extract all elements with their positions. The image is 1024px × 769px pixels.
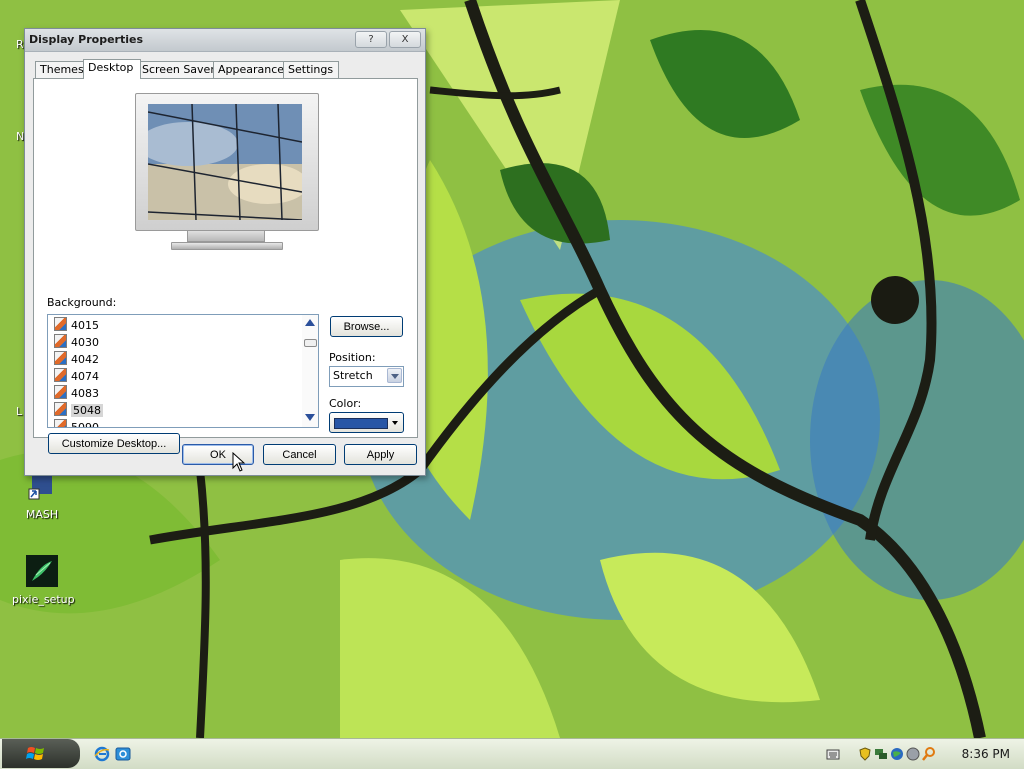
image-file-icon <box>54 334 67 348</box>
tab-appearance[interactable]: Appearance <box>213 61 287 78</box>
position-select[interactable]: Stretch <box>329 366 404 387</box>
help-icon: ? <box>368 34 374 45</box>
list-scrollbar[interactable] <box>302 315 318 427</box>
scroll-down-arrow-icon[interactable] <box>305 414 315 421</box>
browse-button[interactable]: Browse... <box>330 316 403 337</box>
system-tray: 8:36 PM <box>814 739 1024 769</box>
monitor-preview <box>135 93 319 253</box>
desktop-icon-label-partial: L <box>16 405 23 418</box>
image-file-icon <box>54 368 67 382</box>
monitor-stand <box>187 230 265 242</box>
color-label: Color: <box>329 397 362 410</box>
scroll-thumb[interactable] <box>304 339 317 347</box>
pixie-setup-icon <box>26 555 58 587</box>
desktop-icon-label: MASH <box>25 508 59 521</box>
taskbar-clock[interactable]: 8:36 PM <box>962 747 1010 761</box>
start-button[interactable] <box>2 739 80 768</box>
tab-themes[interactable]: Themes <box>35 61 89 78</box>
image-file-icon <box>54 351 67 365</box>
color-picker-button[interactable] <box>329 412 404 433</box>
color-swatch <box>334 418 388 429</box>
window-title: Display Properties <box>29 33 144 46</box>
show-desktop-icon[interactable] <box>115 746 131 762</box>
status-icon[interactable] <box>906 747 920 761</box>
internet-explorer-icon[interactable] <box>94 746 110 762</box>
scroll-up-arrow-icon[interactable] <box>305 319 315 326</box>
list-item[interactable]: 4074 <box>54 368 99 384</box>
image-file-icon <box>54 419 67 427</box>
image-file-icon <box>54 385 67 399</box>
desktop-icon-label-partial: R <box>16 38 24 51</box>
list-item-selected[interactable]: 5048 <box>54 402 103 418</box>
desktop-icon-label: pixie_setup <box>12 593 75 606</box>
cancel-button[interactable]: Cancel <box>263 444 336 465</box>
list-item[interactable]: 4042 <box>54 351 99 367</box>
position-label: Position: <box>329 351 376 364</box>
close-button[interactable]: X <box>389 31 421 48</box>
tab-desktop[interactable]: Desktop <box>83 59 141 79</box>
position-value: Stretch <box>333 369 373 382</box>
window-titlebar[interactable]: Display Properties ? X <box>25 29 425 52</box>
desktop-tab-panel: Background: 4015 4030 4042 4074 4083 504… <box>33 78 418 454</box>
close-icon: X <box>401 34 409 45</box>
list-item[interactable]: 5090 <box>54 419 99 427</box>
preview-image <box>148 104 302 220</box>
image-file-icon <box>54 402 67 416</box>
wallpaper-preview <box>148 104 302 220</box>
background-label: Background: <box>47 296 117 309</box>
monitor-base <box>171 242 283 250</box>
search-icon[interactable] <box>922 747 936 761</box>
desktop-icon-label-partial: N <box>16 130 25 143</box>
customize-desktop-button[interactable]: Customize Desktop... <box>48 433 180 454</box>
list-item[interactable]: 4015 <box>54 317 99 333</box>
display-properties-window[interactable]: Display Properties ? X Themes Desktop Sc… <box>24 28 426 476</box>
security-shield-icon[interactable] <box>858 747 872 761</box>
desktop-icon-pixie-setup[interactable]: pixie_setup <box>12 555 75 606</box>
list-item[interactable]: 4030 <box>54 334 99 350</box>
tab-screen-saver[interactable]: Screen Saver <box>137 61 217 78</box>
monitor-bezel <box>135 93 319 231</box>
mouse-cursor-icon <box>232 452 246 472</box>
desktop-icon-mash[interactable]: MASH <box>12 470 72 521</box>
list-item[interactable]: 4083 <box>54 385 99 401</box>
background-list[interactable]: 4015 4030 4042 4074 4083 5048 5090 <box>47 314 319 428</box>
keyboard-icon[interactable] <box>826 747 840 761</box>
tab-settings[interactable]: Settings <box>283 61 339 78</box>
dropdown-arrow-icon <box>392 421 398 425</box>
chevron-down-icon[interactable] <box>387 368 402 383</box>
apply-button[interactable]: Apply <box>344 444 417 465</box>
network-icon[interactable] <box>874 747 888 761</box>
help-button[interactable]: ? <box>355 31 387 48</box>
image-file-icon <box>54 317 67 331</box>
globe-icon[interactable] <box>890 747 904 761</box>
windows-logo-icon <box>26 747 44 760</box>
taskbar: 8:36 PM <box>0 738 1024 769</box>
